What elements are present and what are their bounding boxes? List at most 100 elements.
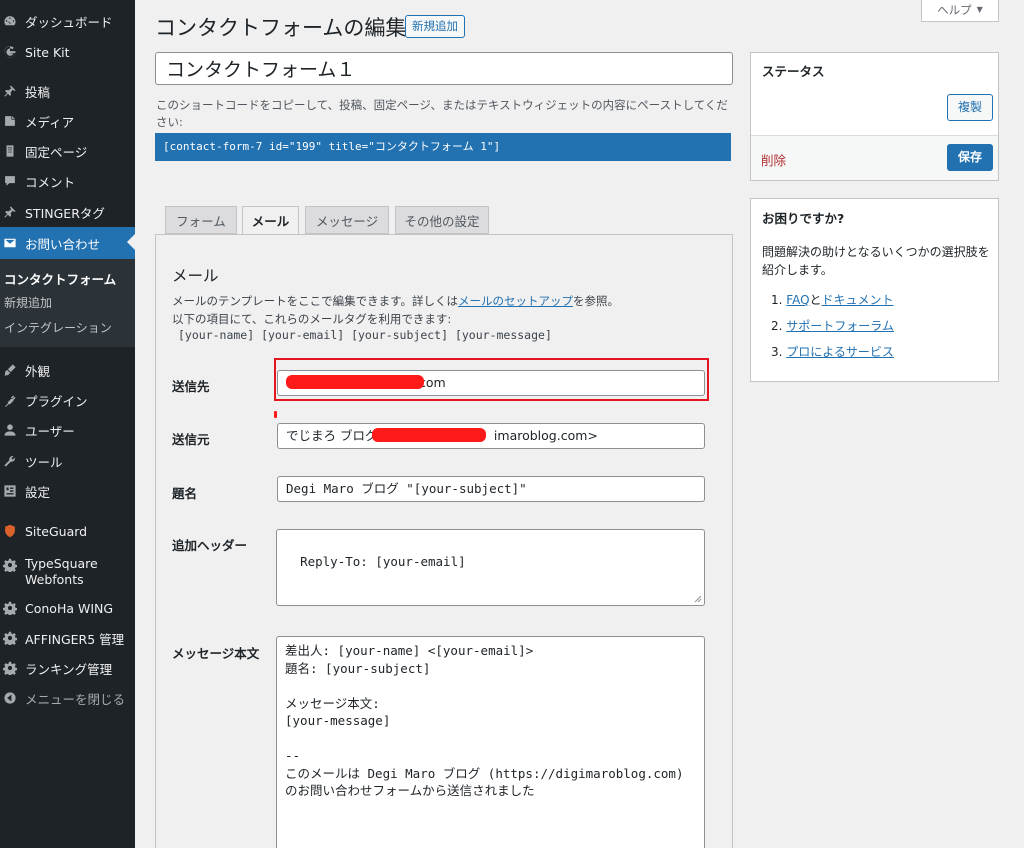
mail-tags-list: [your-name] [your-email] [your-subject] … xyxy=(178,328,552,342)
plugin-icon xyxy=(3,393,17,407)
from-input-value-suffix: imaroblog.com> xyxy=(493,428,598,443)
highlight-box xyxy=(274,358,709,401)
sidebar-item-label: SiteGuard xyxy=(25,523,88,539)
help-list-item: 2. サポートフォーラム xyxy=(771,317,894,334)
sidebar-item-label: コメント xyxy=(25,174,76,190)
message-body-textarea[interactable]: 差出人: [your-name] <[your-email]> 題名: [you… xyxy=(276,636,705,848)
sidebar-item-plugins[interactable]: プラグイン xyxy=(0,385,135,415)
list-number: 2. xyxy=(771,319,783,333)
add-new-button[interactable]: 新規追加 xyxy=(405,15,465,38)
sidebar-item-label: AFFINGER5 管理 xyxy=(25,631,125,647)
sidebar-item-site-kit[interactable]: Site Kit xyxy=(0,37,135,67)
submenu-item-add-new[interactable]: 新規追加 xyxy=(4,294,52,311)
sidebar-item-settings[interactable]: 設定 xyxy=(0,476,135,506)
subject-input[interactable]: Degi Maro ブログ "[your-subject]" xyxy=(277,476,705,502)
pro-services-link[interactable]: プロによるサービス xyxy=(786,345,894,359)
shortcode-description: このショートコードをコピーして、投稿、固定ページ、またはテキストウィジェットの内… xyxy=(156,98,728,129)
sidebar-item-contact[interactable]: お問い合わせ xyxy=(0,227,135,259)
tab-mail[interactable]: メール xyxy=(242,206,299,235)
form-title-input[interactable] xyxy=(155,52,733,85)
faq-link[interactable]: FAQ xyxy=(786,293,809,307)
gear-icon xyxy=(3,631,17,645)
sidebar-item-siteguard[interactable]: SiteGuard xyxy=(0,516,135,546)
dashboard-icon xyxy=(3,14,17,28)
resize-handle-icon[interactable] xyxy=(694,595,702,603)
sidebar-item-label: ユーザー xyxy=(25,423,75,439)
sidebar-item-label: 固定ページ xyxy=(25,144,88,160)
tab-additional-settings[interactable]: その他の設定 xyxy=(395,206,489,234)
status-box: ステータス 複製 削除 保存 xyxy=(750,52,999,181)
sidebar-item-media[interactable]: メディア xyxy=(0,106,135,136)
gear-icon xyxy=(3,558,17,572)
gear-icon xyxy=(3,601,17,615)
shield-icon xyxy=(3,524,17,538)
admin-sidebar: ダッシュボード Site Kit 投稿 メディア 固定ページ コメント STIN… xyxy=(0,0,135,848)
tab-messages[interactable]: メッセージ xyxy=(305,206,389,234)
status-box-title: ステータス xyxy=(762,64,825,79)
from-label: 送信元 xyxy=(172,432,210,447)
pin-icon xyxy=(3,205,17,219)
additional-headers-label: 追加ヘッダー xyxy=(172,538,248,553)
sidebar-item-dashboard[interactable]: ダッシュボード xyxy=(0,6,135,36)
sidebar-item-label: ダッシュボード xyxy=(25,14,113,30)
gear-icon xyxy=(3,661,17,675)
mail-section-heading: メール xyxy=(172,267,219,285)
help-list-item: 3. プロによるサービス xyxy=(771,343,894,360)
wrench-icon xyxy=(3,454,17,468)
docs-link[interactable]: ドキュメント xyxy=(822,293,894,307)
collapse-menu-button[interactable]: メニューを閉じる xyxy=(0,683,135,713)
list-number: 3. xyxy=(771,345,783,359)
sidebar-item-label: ランキング管理 xyxy=(25,661,113,677)
sidebar-item-comments[interactable]: コメント xyxy=(0,166,135,196)
duplicate-button[interactable]: 複製 xyxy=(947,94,994,121)
caret-down-icon: ▼ xyxy=(976,5,983,14)
sidebar-item-conoha[interactable]: ConoHa WING xyxy=(0,593,135,623)
sidebar-item-ranking[interactable]: ランキング管理 xyxy=(0,653,135,683)
sidebar-item-label: メディア xyxy=(25,114,75,130)
contact-submenu: コンタクトフォーム 新規追加 インテグレーション xyxy=(0,259,135,347)
sidebar-item-users[interactable]: ユーザー xyxy=(0,415,135,445)
sidebar-item-stinger-tags[interactable]: STINGERタグ xyxy=(0,197,135,227)
sidebar-item-typesquare[interactable]: TypeSquare Webfonts xyxy=(0,551,135,593)
mail-description-text: メールのテンプレートをここで編集できます。詳しくは xyxy=(172,294,459,308)
sidebar-item-label: ツール xyxy=(25,454,63,470)
brush-icon xyxy=(3,363,17,377)
redaction-mark-small xyxy=(274,411,277,418)
sidebar-item-tools[interactable]: ツール xyxy=(0,446,135,476)
tab-form[interactable]: フォーム xyxy=(165,206,237,234)
mail-description: メールのテンプレートをここで編集できます。詳しくはメールのセットアップを参照。 xyxy=(172,293,619,309)
additional-headers-textarea[interactable]: Reply-To: [your-email] xyxy=(276,529,705,606)
help-label: ヘルプ xyxy=(937,2,972,17)
help-box-title: お困りですか? xyxy=(762,211,845,226)
sidebar-item-label: プラグイン xyxy=(25,393,88,409)
pin-icon xyxy=(3,84,17,98)
sidebar-item-label: TypeSquare Webfonts xyxy=(25,556,98,587)
help-tab-button[interactable]: ヘルプ ▼ xyxy=(921,0,999,22)
sidebar-item-appearance[interactable]: 外観 xyxy=(0,355,135,385)
sidebar-item-label: お問い合わせ xyxy=(25,236,101,252)
from-input[interactable]: でじまろ ブログ < imaroblog.com> xyxy=(277,423,705,449)
subject-label: 題名 xyxy=(172,486,198,501)
support-forum-link[interactable]: サポートフォーラム xyxy=(786,319,894,333)
additional-headers-value: Reply-To: [your-email] xyxy=(300,553,466,569)
delete-link[interactable]: 削除 xyxy=(761,150,786,169)
mail-tags-intro: 以下の項目にて、これらのメールタグを利用できます: xyxy=(172,312,452,326)
sidebar-item-label: 投稿 xyxy=(25,84,51,100)
comment-icon xyxy=(3,174,17,188)
list-connector: と xyxy=(809,293,822,307)
list-number: 1. xyxy=(771,293,783,307)
mail-setup-link[interactable]: メールのセットアップ xyxy=(458,294,573,308)
sidebar-item-label: Site Kit xyxy=(25,44,70,60)
save-button[interactable]: 保存 xyxy=(947,144,994,171)
sidebar-item-label: メニューを閉じる xyxy=(25,691,126,707)
shortcode-field[interactable]: [contact-form-7 id="199" title="コンタクトフォー… xyxy=(155,133,731,161)
sidebar-item-label: STINGERタグ xyxy=(25,205,105,221)
help-box-text: 問題解決の助けとなるいくつかの選択肢を xyxy=(762,245,990,259)
submenu-item-contact-forms[interactable]: コンタクトフォーム xyxy=(4,269,116,288)
sidebar-item-affinger[interactable]: AFFINGER5 管理 xyxy=(0,623,135,653)
sidebar-item-pages[interactable]: 固定ページ xyxy=(0,136,135,166)
submenu-item-integration[interactable]: インテグレーション xyxy=(4,319,112,336)
sidebar-item-label: ConoHa WING xyxy=(25,600,114,616)
sidebar-item-posts[interactable]: 投稿 xyxy=(0,76,135,106)
collapse-icon xyxy=(3,691,17,705)
